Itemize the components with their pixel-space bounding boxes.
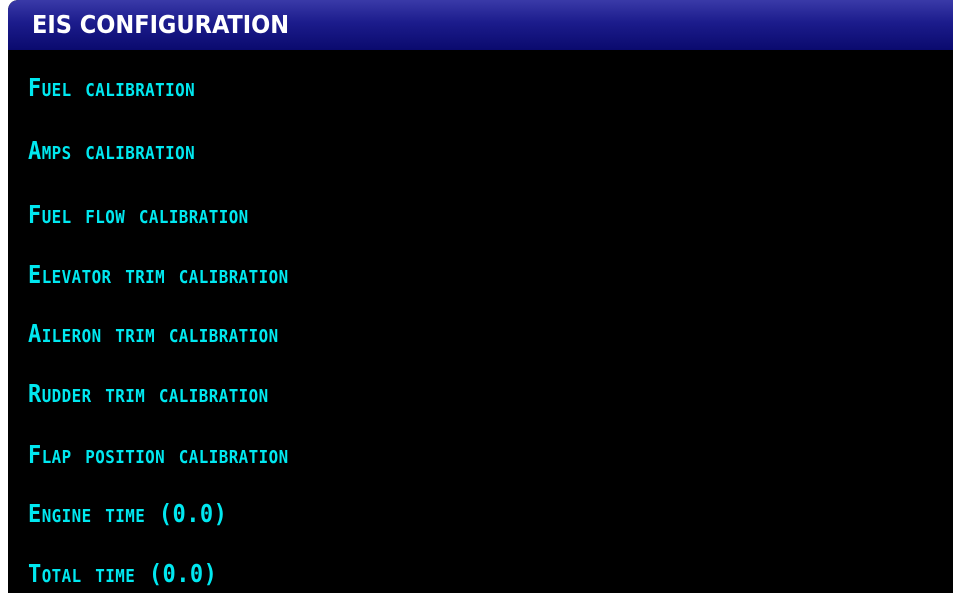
menu-item-flap-position-calibration[interactable]: Flap Position Calibration	[28, 434, 289, 476]
menu-item-fuel-calibration[interactable]: Fuel Calibration	[28, 67, 195, 109]
menu-item-amps-calibration[interactable]: Amps Calibration	[28, 130, 195, 172]
menu-item-total-time[interactable]: Total Time (0.0)	[28, 553, 217, 593]
menu-item-elevator-trim-calibration[interactable]: Elevator Trim Calibration	[28, 254, 289, 296]
menu-item-fuel-flow-calibration[interactable]: Fuel Flow Calibration	[28, 194, 249, 236]
eis-configuration-window: EIS CONFIGURATION Fuel Calibration Amps …	[8, 0, 953, 593]
title-bar: EIS CONFIGURATION	[8, 0, 953, 50]
menu-item-rudder-trim-calibration[interactable]: Rudder Trim Calibration	[28, 373, 269, 415]
menu-item-engine-time[interactable]: Engine Time (0.0)	[28, 493, 227, 535]
window-title: EIS CONFIGURATION	[32, 10, 290, 39]
menu-item-aileron-trim-calibration[interactable]: Aileron Trim Calibration	[28, 313, 279, 355]
